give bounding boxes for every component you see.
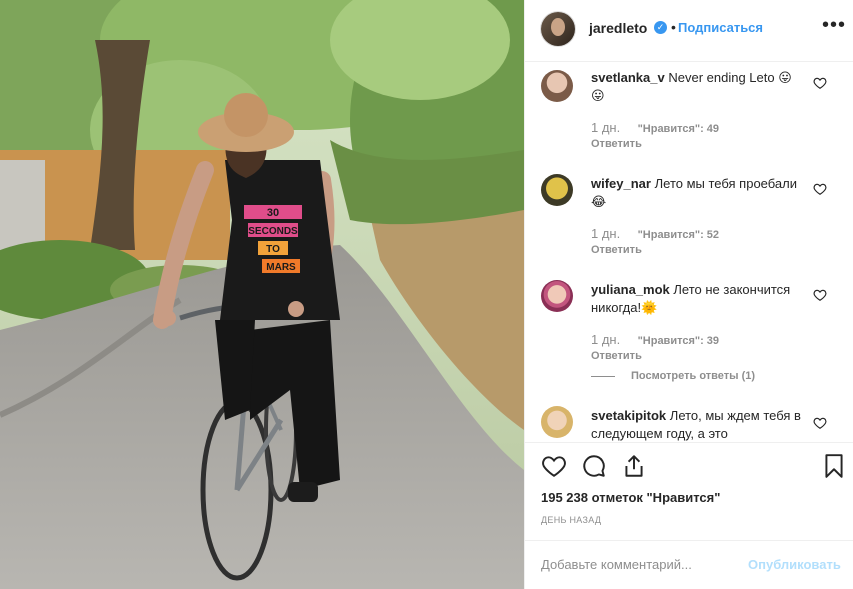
comment-text: wifey_nar Лето мы тебя проебали 😂 xyxy=(591,175,801,211)
comment-text: svetakipitok Лето, мы ждем тебя в следую… xyxy=(591,407,801,442)
replies-line xyxy=(591,375,615,377)
svg-text:SECONDS: SECONDS xyxy=(248,226,298,237)
heart-icon[interactable] xyxy=(813,416,827,430)
comment-time[interactable]: 1 дн. xyxy=(591,226,620,241)
view-replies-button[interactable]: Посмотреть ответы (1) xyxy=(591,370,755,382)
heart-icon[interactable] xyxy=(813,76,827,90)
post-actions-bar xyxy=(525,442,853,487)
comment-likes[interactable]: "Нравится": 52 xyxy=(638,229,719,241)
more-options-icon[interactable]: ••• xyxy=(822,14,846,37)
comments-list[interactable]: svetlanka_v Never ending Leto 😛😛 1 дн. "… xyxy=(525,62,853,442)
add-comment-bar: Опубликовать xyxy=(525,540,853,589)
post-photo[interactable]: 30 SECONDS TO MARS xyxy=(0,0,524,589)
svg-text:30: 30 xyxy=(267,207,279,219)
comment-text: svetlanka_v Never ending Leto 😛😛 xyxy=(591,69,801,105)
header-separator: • xyxy=(671,19,676,35)
comment-time[interactable]: 1 дн. xyxy=(591,332,620,347)
follow-button[interactable]: Подписаться xyxy=(678,20,763,35)
svg-text:MARS: MARS xyxy=(266,262,296,273)
bookmark-icon[interactable] xyxy=(821,453,847,479)
comment-text: yuliana_mok Лето не закончится никогда!🌞 xyxy=(591,281,801,317)
post-date[interactable]: ДЕНЬ НАЗАД xyxy=(541,515,601,525)
comment-likes[interactable]: "Нравится": 39 xyxy=(638,335,719,347)
verified-badge-icon: ✓ xyxy=(654,21,667,34)
svg-text:TO: TO xyxy=(266,244,280,255)
commenter-avatar[interactable] xyxy=(541,174,573,206)
heart-icon[interactable] xyxy=(813,288,827,302)
comment-time[interactable]: 1 дн. xyxy=(591,120,620,135)
commenter-avatar[interactable] xyxy=(541,406,573,438)
author-avatar[interactable] xyxy=(541,12,575,46)
comment-meta: 1 дн. "Нравится": 49 xyxy=(591,120,719,135)
reply-button[interactable]: Ответить xyxy=(591,350,642,362)
comment-meta: 1 дн. "Нравится": 39 xyxy=(591,332,719,347)
comment-bubble-icon[interactable] xyxy=(581,453,607,479)
post-header: jaredleto ✓ • Подписаться ••• xyxy=(525,0,853,62)
post-photo-image: 30 SECONDS TO MARS xyxy=(0,0,524,589)
share-icon[interactable] xyxy=(621,453,647,479)
commenter-username[interactable]: wifey_nar xyxy=(591,176,651,191)
reply-button[interactable]: Ответить xyxy=(591,244,642,256)
reply-button[interactable]: Ответить xyxy=(591,138,642,150)
commenter-avatar[interactable] xyxy=(541,280,573,312)
commenter-username[interactable]: svetakipitok xyxy=(591,408,666,423)
comment-likes[interactable]: "Нравится": 49 xyxy=(638,123,719,135)
view-replies-label: Посмотреть ответы (1) xyxy=(631,370,756,382)
author-username[interactable]: jaredleto xyxy=(589,20,647,36)
commenter-username[interactable]: svetlanka_v xyxy=(591,70,665,85)
publish-button[interactable]: Опубликовать xyxy=(748,557,841,572)
comment-meta: 1 дн. "Нравится": 52 xyxy=(591,226,719,241)
likes-count[interactable]: 195 238 отметок "Нравится" xyxy=(541,490,720,505)
add-comment-input[interactable] xyxy=(541,557,721,572)
post-details-panel: jaredleto ✓ • Подписаться ••• svetlanka_… xyxy=(524,0,853,589)
commenter-username[interactable]: yuliana_mok xyxy=(591,282,670,297)
heart-icon[interactable] xyxy=(813,182,827,196)
like-heart-icon[interactable] xyxy=(541,453,567,479)
commenter-avatar[interactable] xyxy=(541,70,573,102)
